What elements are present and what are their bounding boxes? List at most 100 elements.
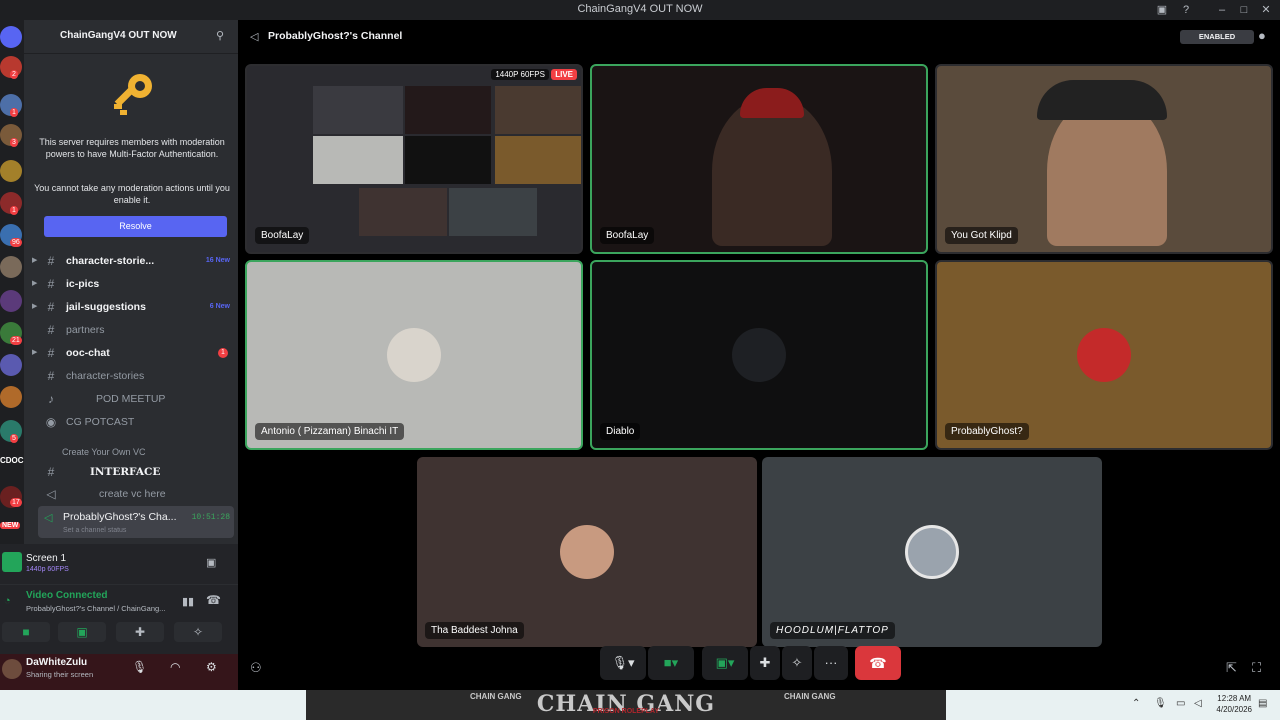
channel-status[interactable]: Set a channel status <box>63 527 126 534</box>
help-icon[interactable]: ? <box>1178 2 1194 18</box>
channel-item[interactable]: ▶ # ic-pics <box>24 274 238 294</box>
video-tile[interactable]: Antonio ( Pizzaman) Binachi IT <box>245 260 583 450</box>
disconnect-icon[interactable]: ☎ <box>206 593 221 607</box>
screen-share-button[interactable]: ▣▾ <box>702 646 748 680</box>
headphones-icon[interactable]: ◠ <box>170 660 180 674</box>
inbox-icon[interactable]: ▣ <box>1154 2 1170 18</box>
network-icon[interactable]: ▭ <box>1176 698 1185 709</box>
chat-icon[interactable]: ● <box>1258 28 1266 43</box>
invite-icon[interactable]: ⚇ <box>250 660 262 676</box>
category-header[interactable]: Create Your Own VC <box>24 442 238 462</box>
overlay-banner: CHAIN GANG CHAIN GANG PRISON ROLEPLAY CH… <box>306 690 946 720</box>
server-icon[interactable] <box>0 256 22 278</box>
notification-icon[interactable]: ▤ <box>1258 698 1267 709</box>
microphone-button[interactable]: 🎙▾ <box>600 646 646 680</box>
volume-icon[interactable]: ◁ <box>1194 698 1202 709</box>
channel-item[interactable]: # INTERFACE <box>24 462 238 482</box>
stream-tile[interactable]: 1440P 60FPS LIVE BoofaLay <box>245 64 583 254</box>
screen-share-button[interactable]: ▣ <box>58 622 106 642</box>
hash-icon: # <box>47 300 55 314</box>
soundboard-button[interactable]: ✧ <box>174 622 222 642</box>
connection-channel[interactable]: ProbablyGhost?'s Channel / ChainGang... <box>26 604 165 613</box>
channel-item[interactable]: # character-stories <box>24 366 238 386</box>
stream-preview[interactable]: Screen 1 1440p 60FPS ▣ <box>0 548 238 578</box>
stop-stream-icon[interactable]: ▣ <box>206 556 216 569</box>
activities-button[interactable]: ✚ <box>116 622 164 642</box>
active-voice-channel[interactable]: ◁ ProbablyGhost?'s Cha... 10:51:28 Set a… <box>38 506 234 538</box>
user-status: Sharing their screen <box>26 670 94 679</box>
mfa-message-2: You cannot take any moderation actions u… <box>34 183 230 205</box>
side-logo: CHAIN GANG <box>470 692 522 701</box>
soundboard-button[interactable]: ✧ <box>782 646 812 680</box>
noise-suppression-icon[interactable]: ▮▮ <box>182 595 194 608</box>
server-icon[interactable] <box>0 290 22 312</box>
clock[interactable]: 12:28 AM 4/20/2026 <box>1216 693 1252 715</box>
server-badge: 3 <box>10 138 18 147</box>
channel-label: CG POTCAST <box>66 416 135 428</box>
signal-icon[interactable]: ◔ <box>4 595 11 607</box>
leave-call-button[interactable]: ☎ <box>855 646 901 680</box>
channel-label: jail-suggestions <box>66 301 146 313</box>
screen-icon <box>2 552 22 572</box>
channel-label: create vc here <box>99 488 166 500</box>
activities-button[interactable]: ✚ <box>750 646 780 680</box>
gear-icon[interactable]: ⚙ <box>206 660 217 674</box>
close-button[interactable]: ✕ <box>1258 2 1274 18</box>
channel-item[interactable]: ♪ POD MEETUP <box>24 389 238 409</box>
camera-button[interactable]: ■▾ <box>648 646 694 680</box>
video-tile[interactable]: Tha Baddest Johna <box>417 457 757 647</box>
video-tile[interactable]: Diablo <box>590 260 928 450</box>
hash-icon: # <box>47 254 55 268</box>
avatar <box>1077 328 1131 382</box>
tile-name: Antonio ( Pizzaman) Binachi IT <box>255 423 405 440</box>
maximize-button[interactable]: □ <box>1236 2 1252 18</box>
tile-name: ProbablyGhost? <box>945 423 1029 440</box>
server-badge: 5 <box>10 434 18 443</box>
stream-thumbnail <box>313 136 403 184</box>
video-tile[interactable]: BoofaLay <box>590 64 928 254</box>
channel-item[interactable]: ▶ # jail-suggestions 6 New <box>24 297 238 317</box>
invite-icon[interactable]: ⚲ <box>216 29 224 42</box>
username[interactable]: DaWhiteZulu <box>26 657 87 668</box>
channel-item[interactable]: ◉ CG POTCAST <box>24 412 238 432</box>
server-label[interactable]: CDOC <box>0 456 24 465</box>
channel-item[interactable]: ▶ # character-storie... 16 New <box>24 251 238 271</box>
channel-label: ooc-chat <box>66 347 110 359</box>
minimize-button[interactable]: – <box>1214 2 1230 18</box>
camera-button[interactable]: ■ <box>2 622 50 642</box>
participant-video <box>740 88 804 118</box>
fullscreen-icon[interactable]: ⛶ <box>1252 660 1261 676</box>
server-header[interactable]: ChainGangV4 OUT NOW ⚲ <box>24 20 238 54</box>
channel-label: POD MEETUP <box>96 393 166 405</box>
avatar[interactable] <box>2 659 22 679</box>
channel-item[interactable]: ◁ create vc here <box>24 484 238 504</box>
microphone-icon[interactable]: 🎙 <box>132 660 147 674</box>
more-button[interactable]: ··· <box>814 646 848 680</box>
hash-icon: # <box>47 369 55 383</box>
home-icon[interactable] <box>0 26 22 48</box>
enabled-badge[interactable]: ENABLED <box>1180 30 1254 44</box>
microphone-icon[interactable]: 🎙 <box>1154 698 1167 709</box>
channel-label: ic-pics <box>66 278 100 290</box>
channel-item[interactable]: ▶ # ooc-chat 1 <box>24 343 238 363</box>
video-tile[interactable]: HOODLUM|FLATTOP <box>762 457 1102 647</box>
mfa-notice: This server requires members with modera… <box>32 58 232 248</box>
server-badge: 96 <box>10 238 22 247</box>
popout-icon[interactable]: ⇱ <box>1226 660 1237 676</box>
chevron-right-icon: ▶ <box>32 280 38 287</box>
video-tile[interactable]: ProbablyGhost? <box>935 260 1273 450</box>
key-icon <box>114 74 152 115</box>
channel-item[interactable]: # partners <box>24 320 238 340</box>
stream-quality-badge: 1440P 60FPS <box>491 69 549 80</box>
resolve-button[interactable]: Resolve <box>44 216 227 237</box>
mention-badge: 1 <box>218 348 228 358</box>
chevron-up-icon[interactable]: ⌃ <box>1132 698 1140 709</box>
video-stage: ◁ ProbablyGhost?'s Channel ENABLED ● 144… <box>238 20 1280 690</box>
server-icon[interactable] <box>0 160 22 182</box>
avatar <box>560 525 614 579</box>
server-icon[interactable] <box>0 386 22 408</box>
server-icon[interactable] <box>0 354 22 376</box>
server-name: ChainGangV4 OUT NOW <box>60 30 177 41</box>
speaker-icon: ◁ <box>44 512 53 524</box>
video-tile[interactable]: You Got Klipd <box>935 64 1273 254</box>
